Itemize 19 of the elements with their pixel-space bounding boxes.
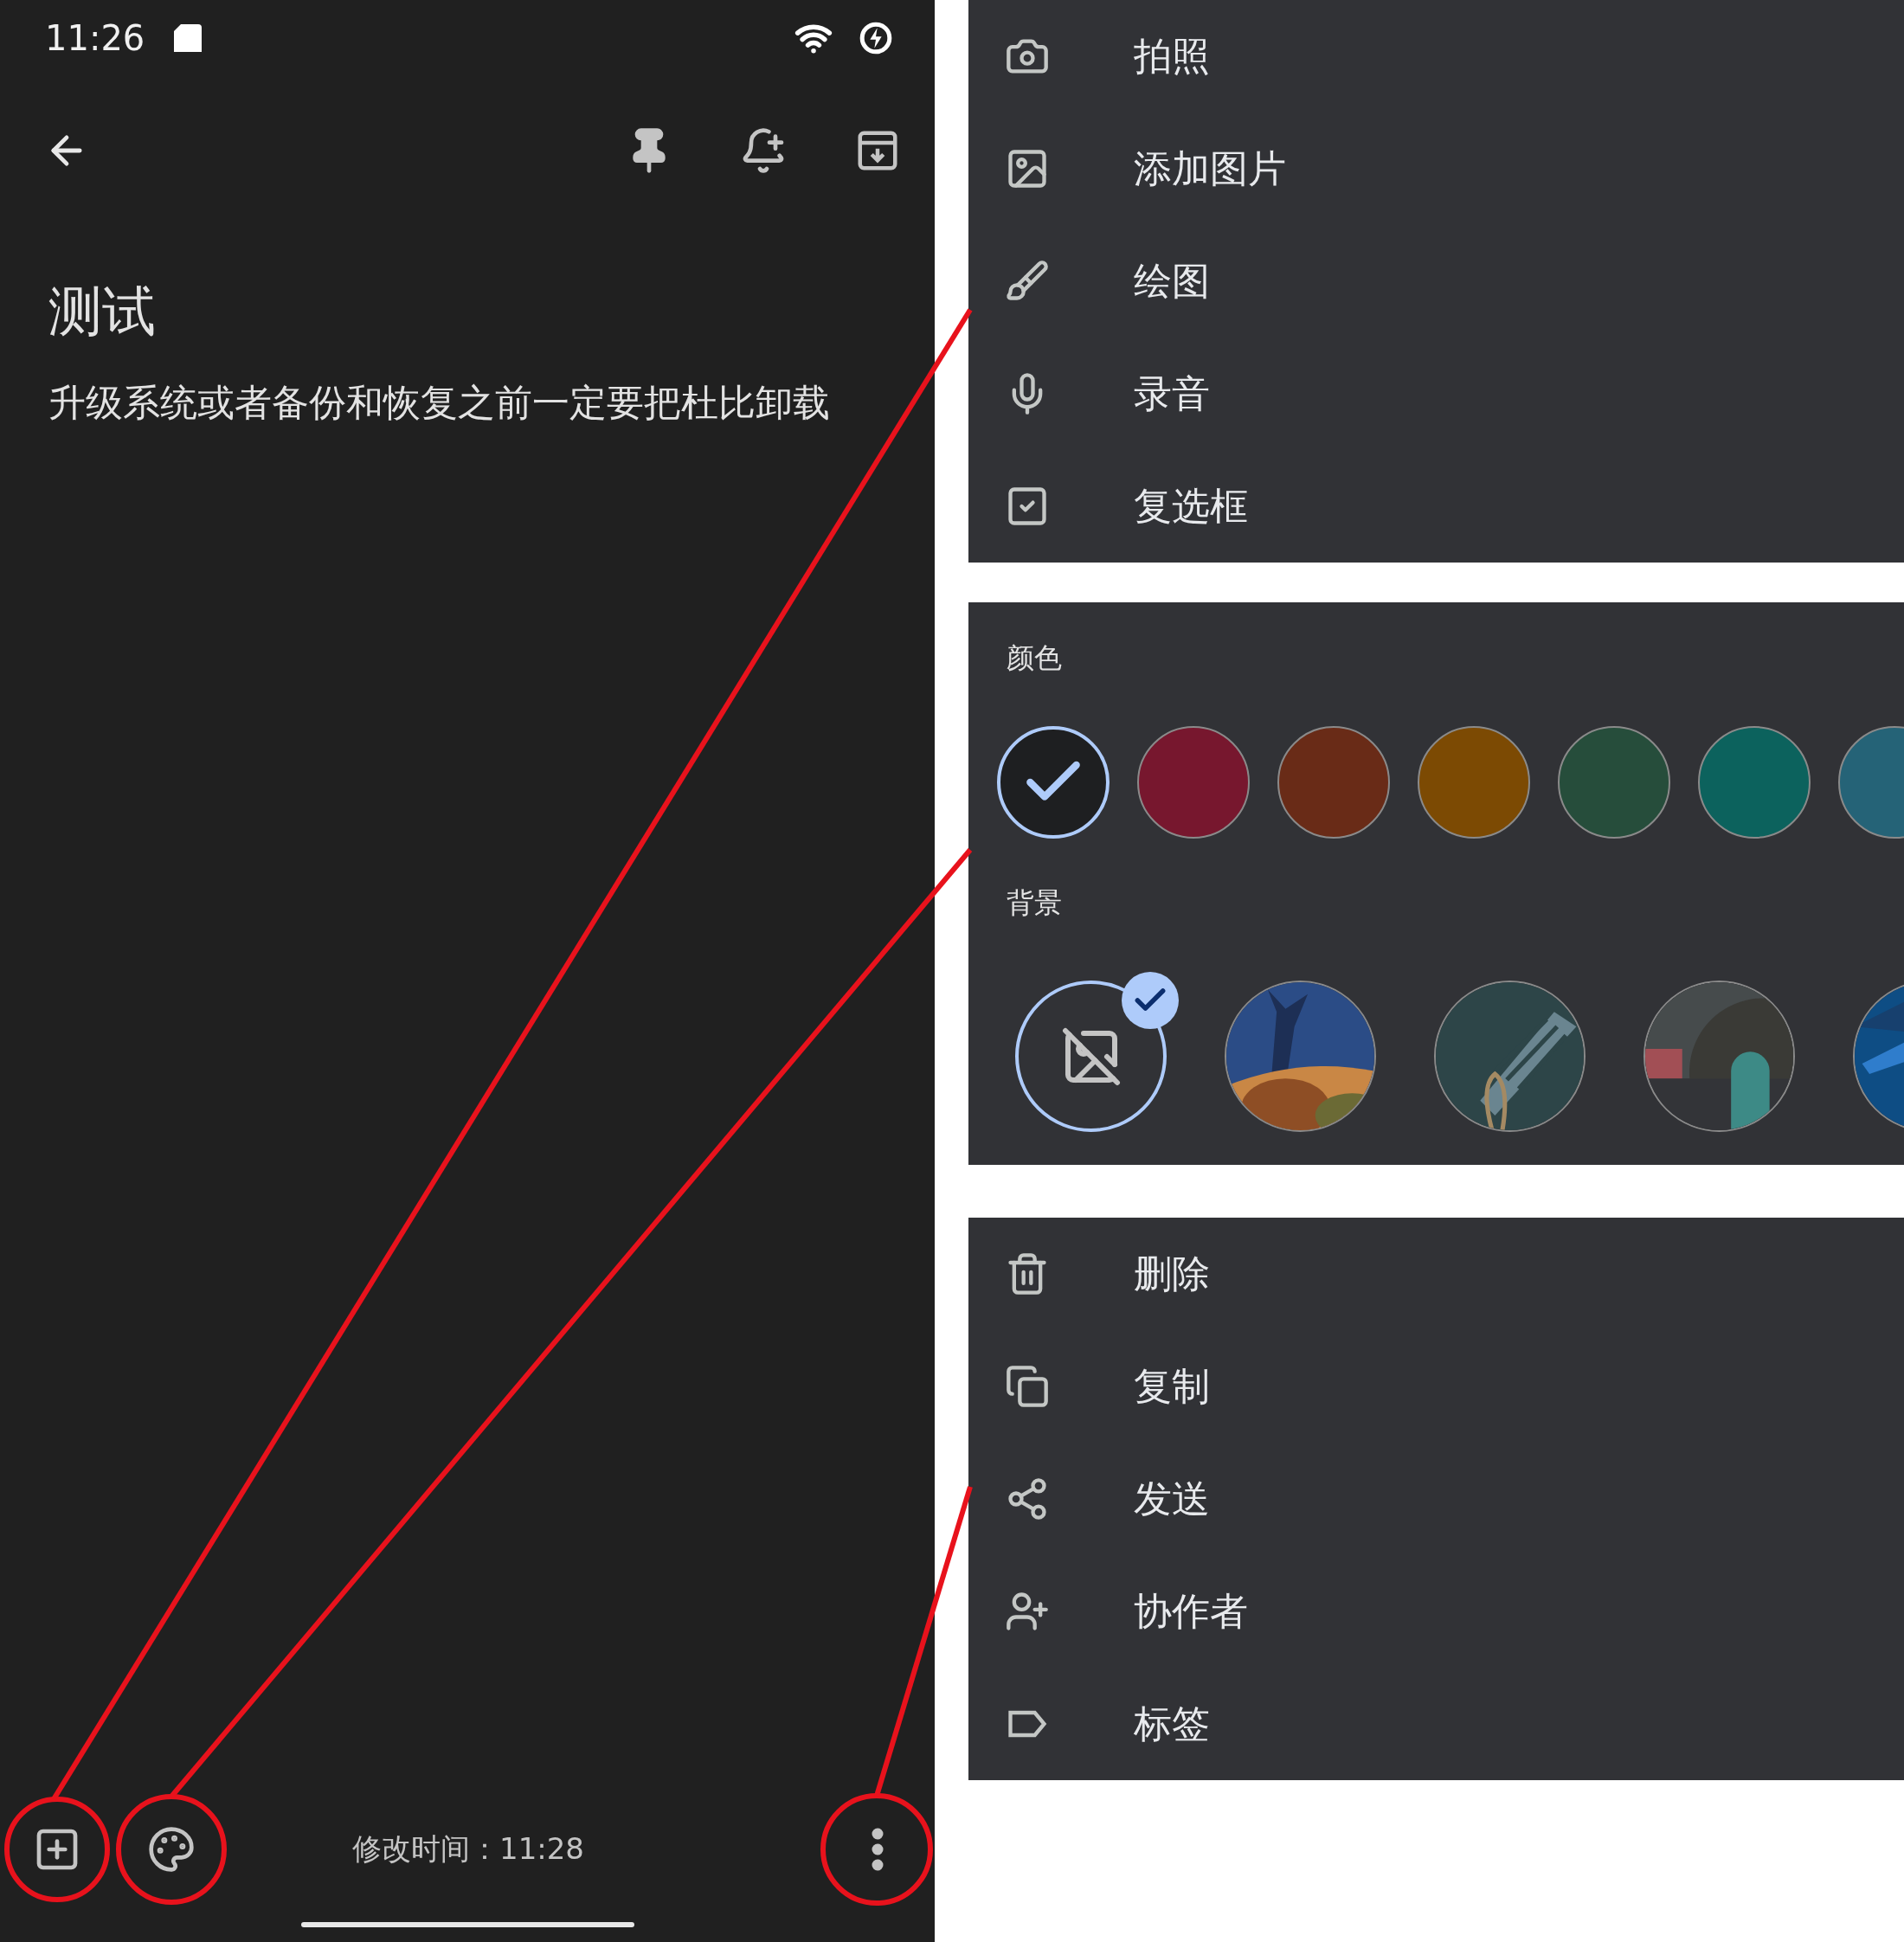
more-icon [872,1828,884,1871]
status-time: 11:26 [45,18,145,58]
menu-item[interactable]: 录音 [968,338,1904,450]
note-title: 测试 [48,279,157,344]
section-label: 颜色 [1006,640,1063,676]
battery-charging-icon [859,21,893,55]
menu-item[interactable]: 拍照 [968,0,1904,113]
menu-item[interactable]: 复制 [968,1330,1904,1443]
modified-time: 修改时间：11:28 [352,1830,584,1868]
menu-item[interactable]: 绘图 [968,225,1904,338]
section-label: 背景 [1006,885,1063,921]
menu-item[interactable]: 标签 [968,1668,1904,1780]
menu-item[interactable]: 添加图片 [968,113,1904,225]
menu-item[interactable]: 删除 [968,1218,1904,1330]
menu-item[interactable]: 复选框 [968,450,1904,563]
menu-item[interactable]: 协作者 [968,1555,1904,1668]
palette-icon [147,1825,196,1874]
note-body: 升级系统或者备份和恢复之前一定要把杜比卸载 [48,380,831,426]
menu-item[interactable]: 发送 [968,1443,1904,1555]
